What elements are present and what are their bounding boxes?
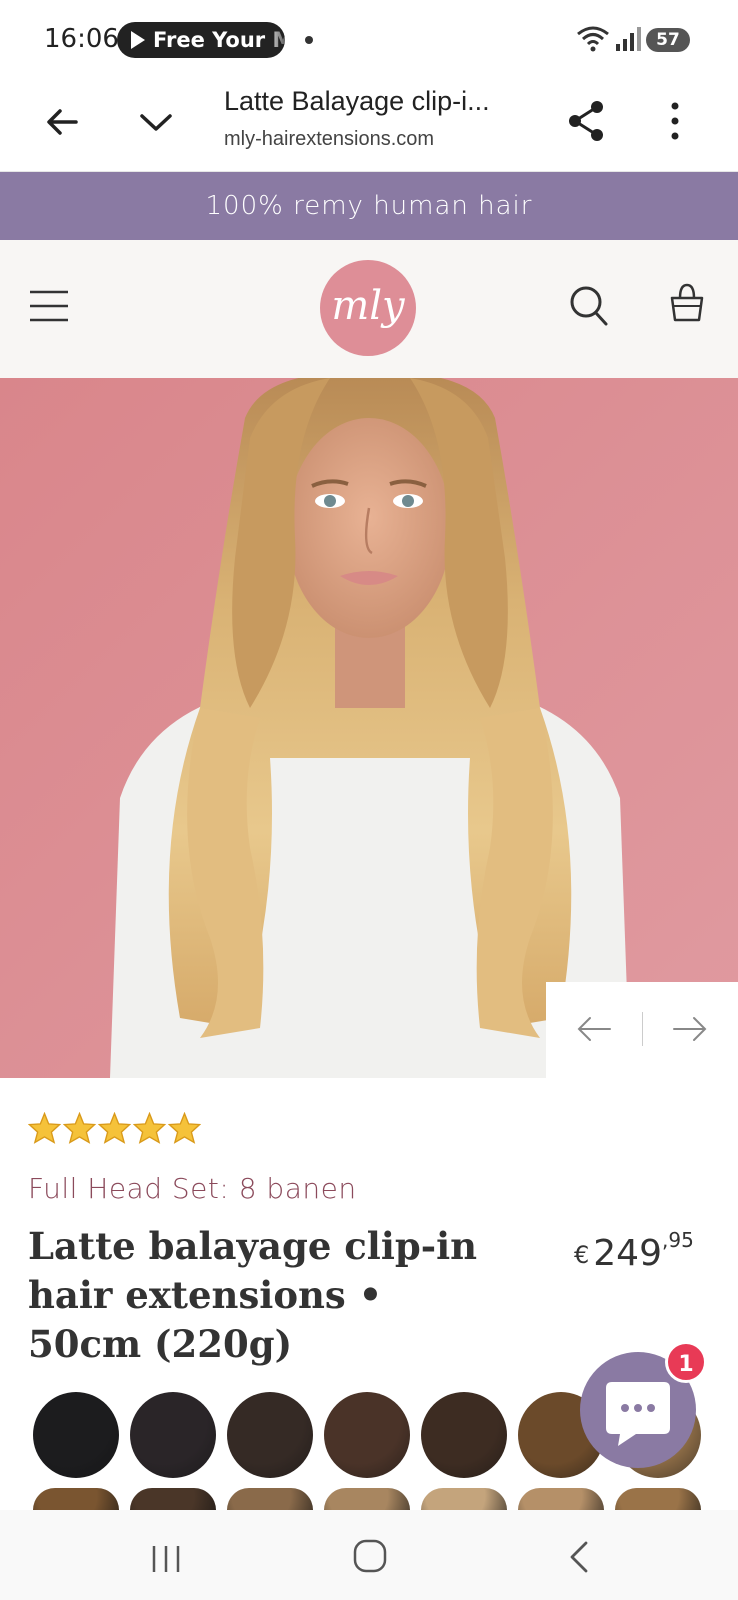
more-vertical-icon[interactable] [660, 96, 690, 146]
color-swatch[interactable] [227, 1488, 313, 1510]
status-bar: 16:06 Free Your M 57 [0, 0, 738, 82]
announcement-bar: 100% remy human hair [0, 172, 738, 240]
recent-apps-icon[interactable] [150, 1544, 182, 1574]
color-swatch[interactable] [518, 1488, 604, 1510]
price-cents: ,95 [662, 1228, 694, 1252]
product-price: €249,95 [574, 1228, 694, 1274]
slider-controls [546, 982, 738, 1078]
star-icon [63, 1112, 96, 1144]
color-swatch[interactable] [227, 1392, 313, 1478]
play-icon [131, 31, 145, 49]
store-header: mly [0, 240, 738, 378]
color-swatch[interactable] [324, 1392, 410, 1478]
search-icon[interactable] [568, 284, 610, 328]
arrow-left-icon[interactable] [576, 1014, 612, 1044]
status-time: 16:06 [44, 24, 119, 54]
page-title[interactable]: Latte Balayage clip-i... [224, 86, 490, 117]
store-logo[interactable]: mly [320, 260, 416, 356]
shopping-bag-icon[interactable] [668, 282, 706, 324]
share-icon[interactable] [564, 96, 608, 146]
home-icon[interactable] [352, 1538, 388, 1574]
color-swatch[interactable] [130, 1392, 216, 1478]
back-arrow-icon[interactable] [40, 100, 84, 144]
product-title: Latte balayage clip-in hair extensions •… [28, 1224, 478, 1366]
color-swatch[interactable] [33, 1488, 119, 1510]
product-subtitle: Full Head Set: 8 banen [28, 1172, 357, 1205]
color-swatch[interactable] [421, 1392, 507, 1478]
signal-icon [616, 27, 641, 51]
media-notification-chip[interactable]: Free Your M [117, 22, 285, 58]
star-rating[interactable] [28, 1112, 201, 1144]
page-url[interactable]: mly-hairextensions.com [224, 128, 434, 151]
chevron-down-icon[interactable] [134, 100, 178, 144]
color-swatch[interactable] [130, 1488, 216, 1510]
product-hero-image[interactable] [0, 378, 738, 1078]
arrow-right-icon[interactable] [672, 1014, 708, 1044]
hamburger-menu-icon[interactable] [28, 288, 70, 324]
price-currency: € [574, 1241, 590, 1269]
notification-dot [305, 36, 313, 44]
star-icon [133, 1112, 166, 1144]
browser-toolbar: Latte Balayage clip-i... mly-hairextensi… [0, 82, 738, 172]
color-swatch[interactable] [33, 1392, 119, 1478]
system-navigation-bar [0, 1510, 738, 1600]
slider-divider [642, 1012, 643, 1046]
color-swatch[interactable] [421, 1488, 507, 1510]
media-label: Free Your M [153, 28, 285, 52]
color-swatch[interactable] [324, 1488, 410, 1510]
price-whole: 249 [593, 1233, 662, 1274]
chat-notification-badge: 1 [665, 1341, 707, 1383]
star-icon [28, 1112, 61, 1144]
back-icon[interactable] [566, 1540, 592, 1574]
star-icon [168, 1112, 201, 1144]
wifi-icon [577, 26, 609, 52]
star-icon [98, 1112, 131, 1144]
color-swatch[interactable] [615, 1488, 701, 1510]
battery-indicator: 57 [646, 28, 690, 52]
model-photo [0, 378, 738, 1078]
